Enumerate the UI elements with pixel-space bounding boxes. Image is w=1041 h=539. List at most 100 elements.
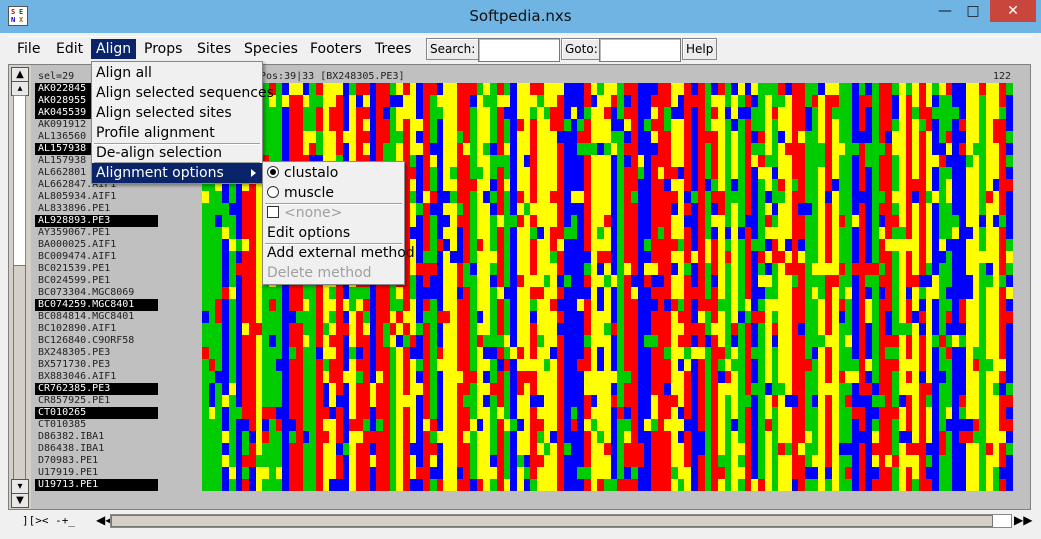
sequence-name-row[interactable]: BC074259.MGC8401 (35, 299, 205, 311)
goto-input[interactable] (599, 38, 681, 62)
sequence-name-row[interactable]: D86438.IBA1 (35, 443, 205, 455)
alignment-options-item[interactable]: Alignment options (92, 163, 262, 183)
scroll-thumb[interactable] (13, 265, 26, 481)
sequence-name-row[interactable]: BC009474.AIF1 (35, 251, 205, 263)
menu-species[interactable]: Species (239, 39, 303, 59)
position-readout: Pos:39|33 [BX248305.PE3] (260, 71, 405, 82)
sequence-name: BC021539.PE1 (38, 263, 111, 274)
de-align-selection-item[interactable]: De-align selection (92, 143, 262, 163)
none-label: <none> (284, 205, 343, 221)
title-bar: S E N X Softpedia.nxs — □ ✕ (0, 0, 1041, 33)
sequence-name-row[interactable]: D86382.IBA1 (35, 431, 205, 443)
method-muscle-item[interactable]: muscle (263, 183, 404, 203)
profile-alignment-item[interactable]: Profile alignment (92, 123, 262, 143)
menu-trees[interactable]: Trees (370, 39, 416, 59)
align-all-item[interactable]: Align all (92, 63, 262, 83)
sequence-name-row[interactable]: AL805934.AIF1 (35, 191, 205, 203)
method-clustalo-item[interactable]: clustalo (263, 163, 404, 183)
close-button[interactable]: ✕ (990, 0, 1036, 22)
alignment-column (1006, 83, 1013, 491)
sequence-name-row[interactable]: CT010265 (35, 407, 205, 419)
edit-options-item[interactable]: Edit options (263, 223, 404, 243)
radio-selected-icon (267, 166, 279, 178)
sequence-name: BC102890.AIF1 (38, 323, 117, 334)
sequence-name-row[interactable]: BC024599.PE1 (35, 275, 205, 287)
sequence-name: CR762385.PE3 (35, 383, 158, 395)
minimize-button[interactable]: — (930, 0, 960, 22)
sequence-name-row[interactable]: BA000025.AIF1 (35, 239, 205, 251)
sequence-name: AY359067.PE1 (38, 227, 111, 238)
sequence-name: AL833896.PE1 (38, 203, 111, 214)
search-button[interactable]: Search: (426, 38, 480, 60)
search-input[interactable] (478, 38, 560, 62)
sequence-name-row[interactable]: U19713.PE1 (35, 479, 205, 491)
sequence-name: U19713.PE1 (35, 479, 158, 491)
delete-method-item: Delete method (267, 265, 372, 281)
navigation-controls[interactable]: ][>< -+_ (22, 514, 75, 527)
sequence-name: D86382.IBA1 (38, 431, 105, 442)
menu-align[interactable]: Align (91, 39, 137, 59)
alignment-length: 122 (993, 71, 1012, 82)
sequence-name-row[interactable]: BC126840.C9ORF58 (35, 335, 205, 347)
selection-count: sel=29 (38, 71, 75, 82)
method-label: clustalo (284, 165, 339, 181)
sequence-name-row[interactable]: CR762385.PE3 (35, 383, 205, 395)
hscroll-thumb[interactable] (111, 515, 993, 527)
maximize-button[interactable]: □ (958, 0, 988, 22)
scroll-top-icon[interactable]: ▲ (11, 67, 29, 82)
scroll-up-icon[interactable]: ▴ (11, 81, 29, 96)
menu-footers[interactable]: Footers (305, 39, 367, 59)
sequence-name: BC084814.MGC8401 (38, 311, 135, 322)
vertical-scrollbar[interactable]: ▲ ▴ ▾ ▼ (9, 65, 31, 509)
sequence-name-row[interactable]: BX248305.PE3 (35, 347, 205, 359)
sequence-name-row[interactable]: U17919.PE1 (35, 467, 205, 479)
sequence-name-row[interactable]: BX571730.PE3 (35, 359, 205, 371)
sequence-name: BC074259.MGC8401 (35, 299, 158, 311)
align-selected-sites-item[interactable]: Align selected sites (92, 103, 262, 123)
sequence-name: AL805934.AIF1 (38, 191, 117, 202)
align-menu: Align all Align selected sequences Align… (91, 61, 274, 184)
sequence-name: U17919.PE1 (38, 467, 99, 478)
menu-props[interactable]: Props (139, 39, 187, 59)
sequence-name-row[interactable]: BC102890.AIF1 (35, 323, 205, 335)
scroll-down-icon[interactable]: ▾ (11, 479, 29, 494)
sequence-name-row[interactable]: CR857925.PE1 (35, 395, 205, 407)
horizontal-scrollbar[interactable]: ◀◀ ▶▶ (96, 512, 1032, 528)
bottom-bar: ][>< -+_ ◀◀ ▶▶ (8, 510, 1033, 532)
radio-icon (267, 186, 279, 198)
sequence-name: BC009474.AIF1 (38, 251, 117, 262)
add-external-method-item[interactable]: Add external method (263, 243, 415, 263)
sequence-name: CT010385 (38, 419, 87, 430)
help-button[interactable]: Help (682, 38, 718, 60)
window-title: Softpedia.nxs (469, 7, 572, 25)
sequence-name-row[interactable]: BC073304.MGC8069 (35, 287, 205, 299)
sequence-name: CR857925.PE1 (38, 395, 111, 406)
alignment-options-label: Alignment options (96, 165, 224, 181)
sequence-name-row[interactable]: CT010385 (35, 419, 205, 431)
checkbox-icon (267, 206, 279, 218)
sequence-name: CT010265 (35, 407, 158, 419)
sequence-name: BA000025.AIF1 (38, 239, 117, 250)
sequence-name-row[interactable]: AL833896.PE1 (35, 203, 205, 215)
sequence-name: BX883046.AIF1 (38, 371, 117, 382)
goto-button[interactable]: Goto: (561, 38, 602, 60)
menu-bar: File Edit Align Props Sites Species Foot… (8, 36, 1033, 62)
menu-edit[interactable]: Edit (51, 39, 88, 59)
sequence-name-row[interactable]: AL928893.PE3 (35, 215, 205, 227)
sequence-alignment-grid[interactable] (202, 83, 1017, 491)
sequence-name: BC126840.C9ORF58 (38, 335, 135, 346)
sequence-name: BC073304.MGC8069 (38, 287, 135, 298)
scroll-bottom-icon[interactable]: ▼ (11, 493, 29, 508)
menu-sites[interactable]: Sites (192, 39, 236, 59)
sequence-name-row[interactable]: BC084814.MGC8401 (35, 311, 205, 323)
sequence-name-row[interactable]: AY359067.PE1 (35, 227, 205, 239)
sequence-name: AL928893.PE3 (35, 215, 158, 227)
align-selected-sequences-item[interactable]: Align selected sequences (92, 83, 274, 103)
sequence-name-row[interactable]: D70983.PE1 (35, 455, 205, 467)
sequence-name-row[interactable]: BX883046.AIF1 (35, 371, 205, 383)
sequence-name-row[interactable]: BC021539.PE1 (35, 263, 205, 275)
method-label: muscle (284, 185, 335, 201)
scroll-right-icon[interactable]: ▶▶ (1014, 512, 1032, 528)
menu-file[interactable]: File (12, 39, 45, 59)
sequence-name: BC024599.PE1 (38, 275, 111, 286)
